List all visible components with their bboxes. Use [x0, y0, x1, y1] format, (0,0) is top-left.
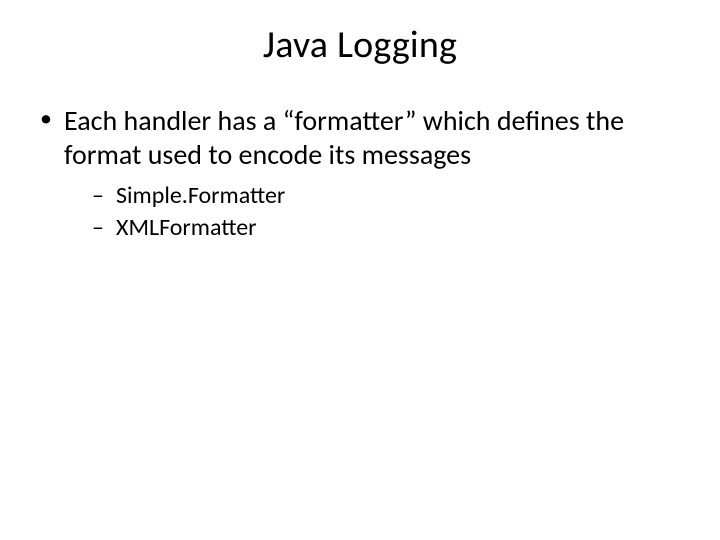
sub-bullet-item: XMLFormatter [92, 212, 684, 243]
sub-bullet-list: Simple.Formatter XMLFormatter [64, 180, 684, 242]
slide-title: Java Logging [0, 0, 720, 68]
bullet-list: Each handler has a “formatter” which def… [36, 104, 684, 243]
bullet-text: Each handler has a “formatter” which def… [64, 103, 624, 172]
bullet-item: Each handler has a “formatter” which def… [36, 104, 684, 243]
slide: Java Logging Each handler has a “formatt… [0, 0, 720, 540]
slide-body: Each handler has a “formatter” which def… [0, 68, 720, 243]
sub-bullet-text: XMLFormatter [116, 213, 257, 242]
sub-bullet-item: Simple.Formatter [92, 180, 684, 211]
sub-bullet-text: Simple.Formatter [116, 181, 285, 210]
